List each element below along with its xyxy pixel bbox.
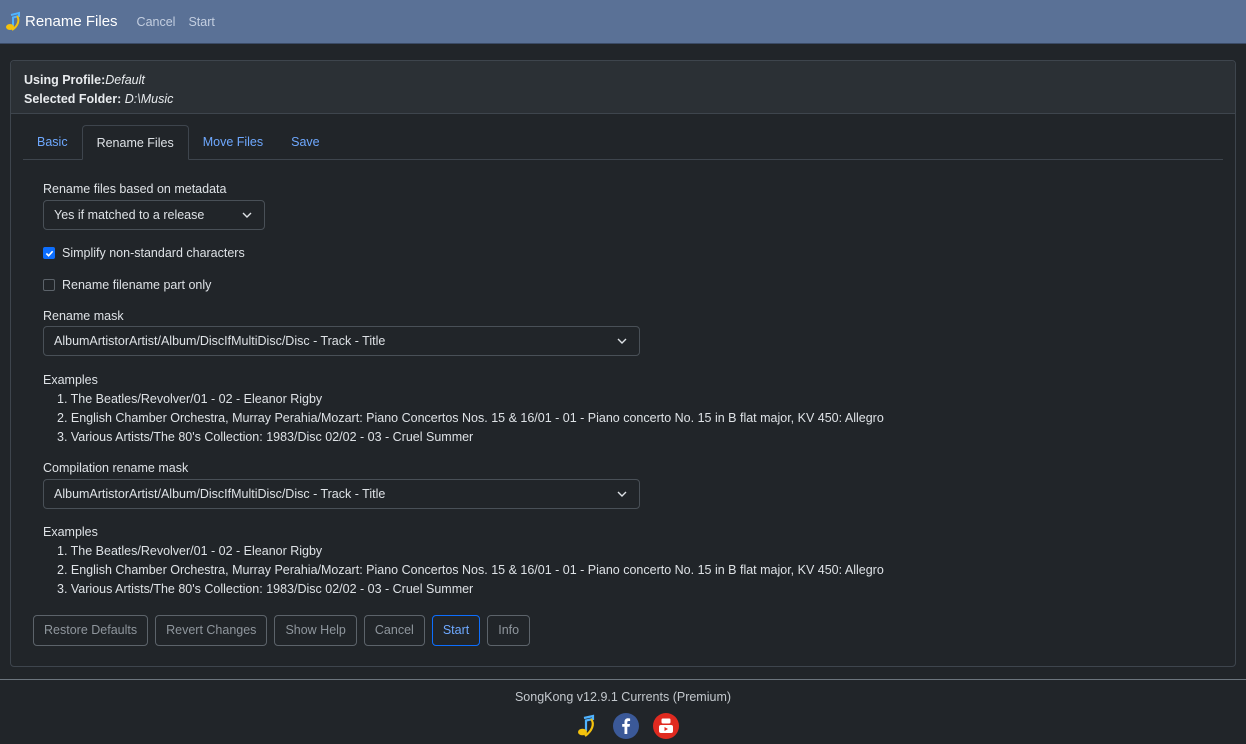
rename-based-label: Rename files based on metadata (43, 182, 227, 196)
folder-value: D:\Music (124, 92, 174, 106)
nav-start-link[interactable]: Start (188, 15, 214, 29)
action-buttons: Restore Defaults Revert Changes Show Hel… (33, 615, 537, 646)
footer: SongKong v12.9.1 Currents (Premium) (0, 679, 1246, 744)
songkong-icon[interactable] (573, 713, 599, 739)
example-item: 2. English Chamber Orchestra, Murray Per… (57, 563, 884, 577)
tab-rename-files[interactable]: Rename Files (81, 125, 189, 160)
simplify-chars-checkbox[interactable] (43, 247, 55, 259)
example-item: 1. The Beatles/Revolver/01 - 02 - Eleano… (57, 544, 323, 558)
chevron-down-icon (242, 212, 252, 218)
filename-only-label: Rename filename part only (62, 278, 212, 292)
nav-cancel-link[interactable]: Cancel (137, 15, 176, 29)
simplify-chars-checkbox-row[interactable]: Simplify non-standard characters (43, 246, 245, 260)
example-item: 2. English Chamber Orchestra, Murray Per… (57, 411, 884, 425)
show-help-button[interactable]: Show Help (274, 615, 357, 646)
rename-mask-label: Rename mask (43, 309, 124, 323)
cancel-button[interactable]: Cancel (363, 615, 425, 646)
checkmark-icon (45, 250, 53, 257)
songkong-music-note-icon (6, 11, 20, 31)
rename-mask-value: AlbumArtistorArtist/Album/DiscIfMultiDis… (54, 334, 386, 348)
compilation-mask-value: AlbumArtistorArtist/Album/DiscIfMultiDis… (54, 487, 386, 501)
version-text: SongKong v12.9.1 Currents (Premium) (514, 690, 732, 704)
tab-bar: Basic Rename Files Move Files Save (23, 125, 1223, 160)
simplify-chars-label: Simplify non-standard characters (62, 246, 245, 260)
profile-value: Default (105, 73, 145, 87)
tab-save[interactable]: Save (277, 125, 334, 159)
facebook-icon[interactable] (613, 713, 639, 739)
folder-line: Selected Folder: D:\Music (24, 90, 1222, 109)
page-title: Rename Files (25, 13, 118, 30)
rename-examples: Examples 1. The Beatles/Revolver/01 - 02… (43, 371, 884, 447)
compilation-examples: Examples 1. The Beatles/Revolver/01 - 02… (43, 523, 884, 599)
rename-files-card: Using Profile:Default Selected Folder: D… (10, 60, 1236, 667)
compilation-mask-select[interactable]: AlbumArtistorArtist/Album/DiscIfMultiDis… (43, 479, 640, 509)
revert-changes-button[interactable]: Revert Changes (155, 615, 268, 646)
example-item: 3. Various Artists/The 80's Collection: … (57, 430, 474, 444)
rename-mask-select[interactable]: AlbumArtistorArtist/Album/DiscIfMultiDis… (43, 326, 640, 356)
filename-only-checkbox[interactable] (43, 279, 55, 291)
card-header: Using Profile:Default Selected Folder: D… (11, 61, 1235, 114)
examples-title: Examples (43, 525, 98, 539)
footer-icons (573, 713, 693, 739)
start-button[interactable]: Start (431, 615, 481, 646)
chevron-down-icon (617, 491, 627, 497)
rename-based-value: Yes if matched to a release (54, 208, 205, 222)
youtube-icon[interactable] (653, 713, 679, 739)
chevron-down-icon (617, 338, 627, 344)
folder-label: Selected Folder: (24, 92, 122, 106)
filename-only-checkbox-row[interactable]: Rename filename part only (43, 278, 211, 292)
info-button[interactable]: Info (487, 615, 531, 646)
example-item: 1. The Beatles/Revolver/01 - 02 - Eleano… (57, 392, 323, 406)
compilation-mask-label: Compilation rename mask (43, 461, 189, 475)
restore-defaults-button[interactable]: Restore Defaults (33, 615, 149, 646)
rename-based-select[interactable]: Yes if matched to a release (43, 200, 265, 230)
top-navbar: Rename Files Cancel Start (0, 0, 1246, 44)
examples-title: Examples (43, 373, 98, 387)
tab-basic[interactable]: Basic (23, 125, 82, 159)
profile-line: Using Profile:Default (24, 71, 1222, 90)
example-item: 3. Various Artists/The 80's Collection: … (57, 582, 474, 596)
tab-move-files[interactable]: Move Files (189, 125, 277, 159)
profile-label: Using Profile: (24, 73, 106, 87)
brand[interactable]: Rename Files (2, 11, 118, 33)
